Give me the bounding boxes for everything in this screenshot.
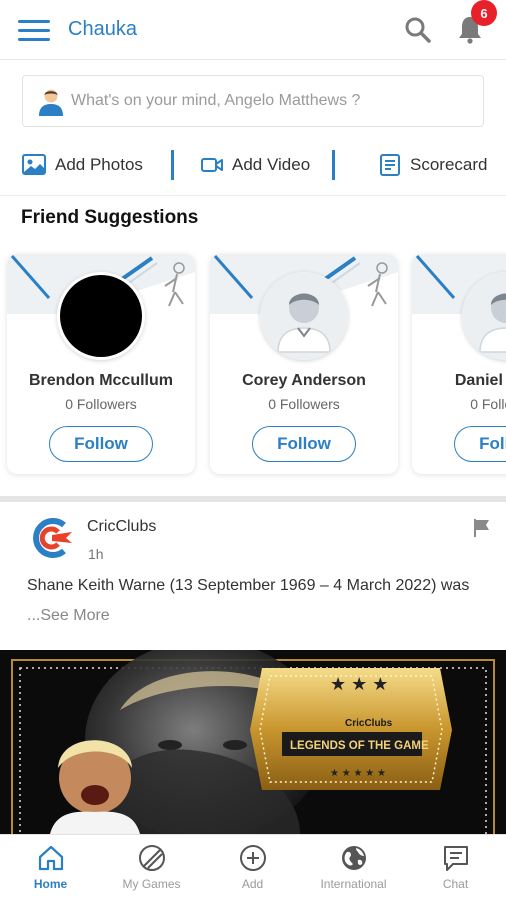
post-author[interactable]: CricClubs (87, 518, 156, 536)
follow-button[interactable]: Follow (252, 426, 356, 462)
action-divider (332, 150, 335, 180)
action-divider (171, 150, 174, 180)
default-user-icon (260, 272, 348, 360)
nav-label: Home (33, 877, 68, 891)
avatar (57, 272, 145, 360)
video-icon (201, 158, 223, 172)
suggestion-followers: 0 Followers (268, 396, 340, 412)
post-timestamp: 1h (88, 546, 104, 562)
scorecard-label: Scorecard (410, 155, 488, 174)
search-icon[interactable] (404, 16, 432, 44)
nav-home[interactable]: Home (0, 835, 101, 900)
globe-icon (342, 846, 366, 870)
nav-international[interactable]: International (303, 835, 404, 900)
nav-label: My Games (122, 877, 181, 891)
svg-text:★ ★ ★: ★ ★ ★ (330, 674, 388, 694)
post-actions-row: Add Photos Add Video Scorecard (0, 140, 506, 190)
report-flag-icon[interactable] (472, 518, 492, 538)
banner-title-text: LEGENDS OF THE GAME (290, 740, 429, 752)
scorecard-icon (380, 154, 400, 176)
friend-suggestion-card[interactable]: Brendon Mccullum 0 Followers Follow (7, 254, 195, 474)
post-text: Shane Keith Warne (13 September 1969 – 4… (27, 577, 470, 594)
add-video-label: Add Video (232, 155, 311, 174)
scorecard-button[interactable]: Scorecard (378, 150, 487, 180)
composer-placeholder: What's on your mind, Angelo Matthews ? (71, 92, 361, 109)
nav-add[interactable]: Add (202, 835, 303, 900)
suggestion-followers: 0 Followers (65, 396, 137, 412)
section-divider (0, 496, 506, 502)
nav-label: Chat (442, 877, 469, 891)
svg-text:★ ★ ★ ★ ★: ★ ★ ★ ★ ★ (330, 768, 386, 779)
suggestion-followers: 0 Followers (470, 396, 506, 412)
cricclubs-logo-icon[interactable] (28, 515, 74, 561)
friend-suggestions-title: Friend Suggestions (21, 207, 199, 228)
section-divider (0, 195, 506, 196)
follow-button[interactable]: Follow (49, 426, 153, 462)
nav-my-games[interactable]: My Games (101, 835, 202, 900)
follow-button[interactable]: Follow (454, 426, 506, 462)
suggestion-name: Daniel Vettori (454, 372, 506, 389)
post-image[interactable]: ★ ★ ★ CricClubs LEGENDS OF THE GAME ★ ★ … (0, 650, 506, 834)
see-more-link[interactable]: ...See More (27, 607, 110, 625)
user-avatar-icon (39, 89, 63, 116)
banner-brand-text: CricClubs (345, 718, 393, 729)
avatar (260, 272, 348, 360)
add-video-button[interactable]: Add Video (200, 150, 310, 180)
nav-label: Add (241, 877, 264, 891)
top-app-bar: Chauka 6 (0, 0, 506, 60)
home-icon (38, 845, 64, 871)
hamburger-menu-icon[interactable] (18, 20, 50, 42)
suggestion-name: Corey Anderson (242, 372, 366, 389)
bottom-navigation-bar: Home My Games Add International Chat (0, 834, 506, 900)
friend-suggestion-card[interactable]: Daniel Vettori 0 Followers Follow (412, 254, 506, 474)
my-games-icon (139, 845, 165, 871)
post-composer[interactable]: What's on your mind, Angelo Matthews ? (22, 75, 484, 127)
photo-icon (22, 154, 46, 175)
add-photos-label: Add Photos (55, 155, 143, 174)
chat-icon (444, 846, 468, 871)
nav-label: International (320, 877, 387, 891)
app-screen: Chauka 6 What's on your mind, Angelo Mat… (0, 0, 506, 900)
friend-suggestion-card[interactable]: Corey Anderson 0 Followers Follow (210, 254, 398, 474)
suggestion-name: Brendon Mccullum (28, 372, 173, 389)
nav-chat[interactable]: Chat (405, 835, 506, 900)
app-title: Chauka (68, 18, 137, 40)
notification-count-badge: 6 (471, 0, 497, 26)
add-icon (240, 845, 266, 871)
add-photos-button[interactable]: Add Photos (21, 150, 143, 180)
